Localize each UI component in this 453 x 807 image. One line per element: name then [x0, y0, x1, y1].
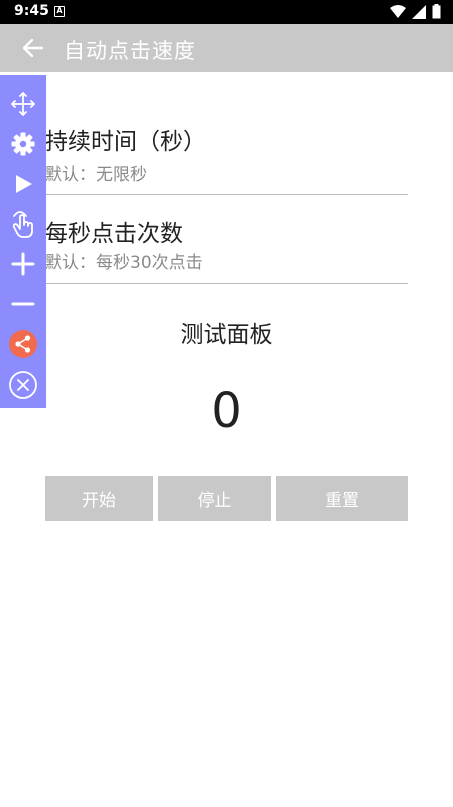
clicks-per-second-setting[interactable]: 每秒点击次数 默认：每秒30次点击: [45, 214, 408, 284]
back-button[interactable]: [20, 36, 46, 60]
play-icon: [16, 175, 32, 193]
duration-setting-title: 持续时间（秒）: [45, 129, 206, 155]
test-panel-title: 测试面板: [180, 322, 273, 348]
click-counter[interactable]: 0: [0, 383, 453, 439]
status-bar: 9:45 A: [0, 0, 453, 24]
screen: 9:45 A 自动点击速度 持续时间（秒） 默认：无限秒 每秒点击次数 默认：每…: [0, 0, 453, 807]
floating-toolbar: [0, 75, 46, 408]
move-tool[interactable]: [8, 89, 38, 119]
play-tool[interactable]: [8, 169, 38, 199]
add-tool[interactable]: [8, 249, 38, 279]
share-icon: [9, 330, 37, 358]
close-tool[interactable]: [8, 370, 38, 400]
remove-tool[interactable]: [8, 289, 38, 319]
clicks-per-second-subtitle: 默认：每秒30次点击: [45, 253, 203, 273]
wifi-icon: [390, 4, 406, 18]
status-icons: [390, 4, 441, 19]
duration-setting[interactable]: 持续时间（秒） 默认：无限秒: [45, 122, 408, 195]
status-time: 9:45: [14, 3, 49, 19]
clicks-per-second-title: 每秒点击次数: [45, 221, 183, 247]
notification-icon: A: [54, 6, 65, 17]
minus-icon: [11, 302, 35, 306]
duration-setting-subtitle: 默认：无限秒: [45, 165, 147, 185]
app-bar: 自动点击速度: [0, 24, 453, 72]
tap-hand-icon: [12, 211, 33, 238]
settings-tool[interactable]: [8, 129, 38, 159]
stop-button[interactable]: 停止: [158, 476, 271, 521]
tap-tool[interactable]: [8, 209, 38, 239]
page-title: 自动点击速度: [64, 39, 196, 63]
start-button[interactable]: 开始: [45, 476, 153, 521]
reset-button[interactable]: 重置: [276, 476, 408, 521]
plus-icon: [11, 252, 35, 276]
arrow-left-icon: [23, 39, 43, 57]
battery-icon: [432, 4, 441, 19]
close-circle-icon: [9, 371, 37, 399]
share-tool[interactable]: [8, 329, 38, 359]
gear-icon: [11, 132, 35, 156]
move-icon: [11, 92, 35, 116]
signal-icon: [412, 4, 426, 19]
